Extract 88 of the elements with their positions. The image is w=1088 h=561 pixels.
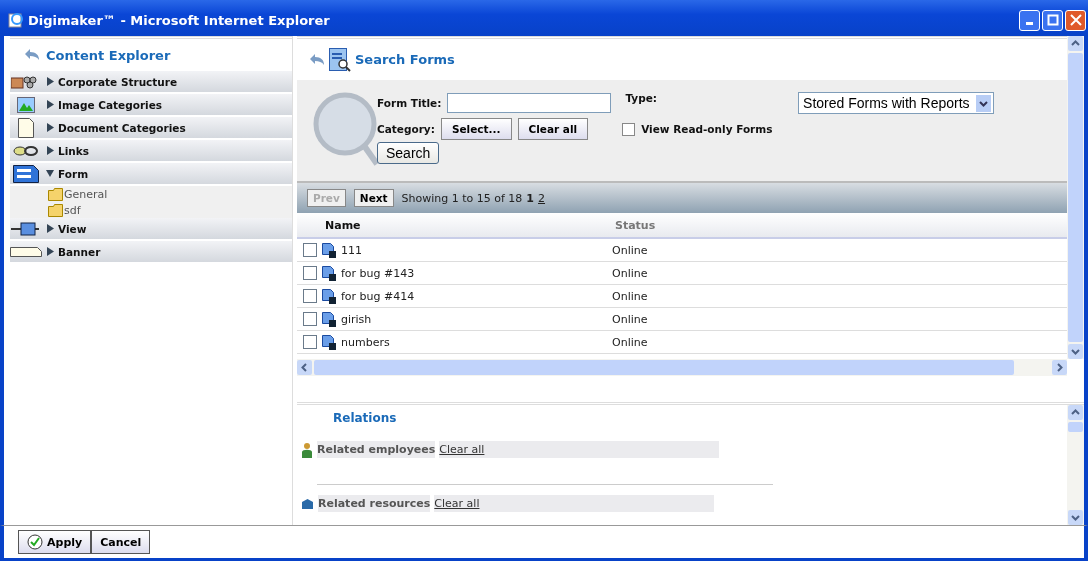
checkbox[interactable] — [622, 122, 636, 136]
table-cell: Online — [612, 335, 648, 349]
sidebar-item[interactable]: Links — [10, 140, 292, 161]
cancel-button[interactable]: Cancel — [91, 530, 151, 554]
chain-link-icon — [13, 144, 39, 157]
banner-icon — [10, 246, 42, 257]
scroll-thumb[interactable] — [314, 360, 1014, 375]
row-checkbox[interactable] — [303, 289, 317, 303]
field-label: Type: — [625, 92, 658, 104]
group-label: Related resources — [318, 495, 431, 512]
row-checkbox[interactable] — [303, 266, 317, 280]
scroll-right-icon[interactable] — [1052, 360, 1067, 375]
expanded-arrow-icon — [46, 169, 54, 178]
column-header[interactable]: Name — [325, 218, 615, 232]
sidebar-item[interactable]: Form — [10, 163, 292, 184]
table-cell-text: for bug #414 — [341, 289, 416, 303]
minimize-button[interactable] — [1019, 9, 1040, 31]
scroll-left-icon[interactable] — [297, 360, 312, 375]
page-link[interactable]: 2 — [538, 191, 545, 205]
row-checkbox[interactable] — [303, 312, 317, 326]
scroll-thumb[interactable] — [1068, 53, 1083, 342]
maximize-icon — [1046, 14, 1059, 26]
checkbox-label: View Read-only Forms — [641, 123, 773, 135]
window-title: Digimaker™ - Microsoft Internet Explorer — [28, 12, 331, 28]
collapsed-arrow-icon — [46, 224, 54, 233]
sidebar-item[interactable]: Document Categories — [10, 117, 292, 138]
panel-title: Search Forms — [355, 52, 455, 67]
clear-all-button[interactable]: Clear all — [517, 118, 589, 140]
magnifier-icon — [313, 92, 379, 166]
column-header[interactable]: Status — [615, 218, 656, 232]
page-link[interactable]: 1 — [526, 191, 534, 205]
search-button[interactable]: Search — [377, 142, 440, 164]
close-icon — [1069, 14, 1082, 26]
maximize-button[interactable] — [1042, 9, 1063, 31]
vertical-scrollbar[interactable] — [1067, 405, 1084, 525]
person-icon — [301, 441, 313, 458]
horizontal-scrollbar[interactable] — [297, 359, 1067, 376]
type-dropdown[interactable]: Stored Forms with Reports — [798, 92, 995, 114]
select-button[interactable]: Select... — [440, 118, 512, 140]
form-title-field[interactable] — [447, 93, 612, 113]
sidebar-item[interactable]: Image Categories — [10, 94, 292, 115]
field-label: Category: — [377, 123, 435, 135]
check-icon — [27, 534, 43, 550]
image-icon — [17, 96, 35, 113]
table-cell-text: numbers — [341, 335, 391, 349]
table-cell: Online — [612, 312, 648, 326]
back-icon[interactable] — [309, 52, 325, 67]
table-cell-text: for bug #143 — [341, 266, 416, 280]
row-checkbox[interactable] — [303, 243, 317, 257]
collapsed-arrow-icon — [46, 146, 54, 155]
back-icon[interactable] — [24, 48, 40, 62]
dropdown-caret-icon — [976, 94, 992, 112]
collapsed-arrow-icon — [46, 100, 54, 109]
table-cell: Online — [612, 266, 648, 280]
section-title: Relations — [333, 411, 398, 427]
scroll-up-icon[interactable] — [1068, 36, 1083, 51]
collapsed-arrow-icon — [46, 123, 54, 132]
search-form-icon — [329, 47, 351, 72]
scroll-down-icon[interactable] — [1068, 344, 1083, 359]
collapsed-arrow-icon — [46, 247, 54, 256]
group-label: Related employees — [317, 441, 436, 458]
next-button[interactable]: Next — [353, 189, 394, 207]
sidebar-item[interactable]: View — [10, 218, 292, 239]
page-summary: Showing 1 to 15 of 18 — [401, 191, 523, 205]
clear-all-link[interactable]: Clear all — [439, 441, 720, 458]
row-checkbox[interactable] — [303, 335, 317, 349]
folder-item[interactable]: General — [10, 186, 292, 202]
sidebar-item[interactable]: Banner — [10, 241, 292, 262]
table-cell-text: girish — [341, 312, 373, 326]
scroll-down-icon[interactable] — [1068, 510, 1083, 525]
panel-title: Content Explorer — [46, 47, 171, 63]
browser-icon — [8, 12, 24, 28]
table-cell: Online — [612, 289, 648, 303]
folder-item[interactable]: sdf — [10, 202, 292, 218]
collapsed-arrow-icon — [46, 77, 54, 86]
minimize-icon — [1026, 21, 1033, 25]
close-button[interactable] — [1065, 9, 1086, 31]
sidebar-item[interactable]: Corporate Structure — [10, 71, 292, 92]
table-cell: Online — [612, 243, 648, 257]
clear-all-link[interactable]: Clear all — [434, 495, 715, 512]
vertical-scrollbar[interactable] — [1067, 36, 1084, 359]
field-label: Form Title: — [377, 97, 442, 109]
document-icon — [18, 117, 34, 138]
scroll-up-icon[interactable] — [1068, 405, 1083, 420]
scroll-thumb[interactable] — [1068, 422, 1083, 432]
apply-button[interactable]: Apply — [18, 530, 92, 554]
table-cell-text: 111 — [341, 243, 363, 257]
box-icon — [301, 497, 314, 510]
